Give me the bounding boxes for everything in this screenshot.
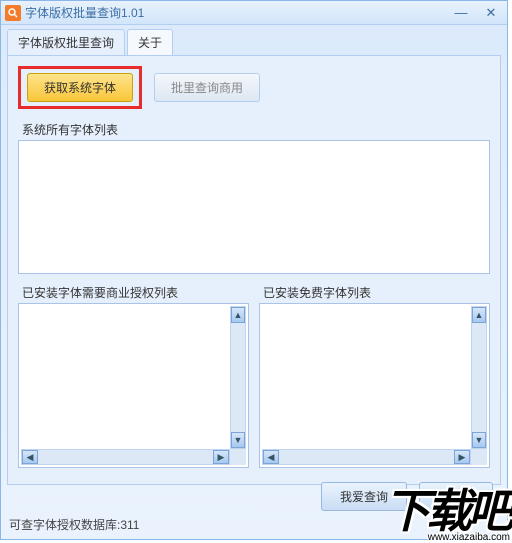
scrollbar-horizontal[interactable]: ◀ ▶ <box>262 449 471 465</box>
status-bar: 可查字体授权数据库:311 <box>9 516 139 533</box>
love-query-button[interactable]: 我爱查询 <box>321 482 407 511</box>
scroll-track[interactable] <box>472 323 486 432</box>
scroll-track[interactable] <box>279 450 454 464</box>
commercial-label: 已安装字体需要商业授权列表 <box>22 284 249 301</box>
tab-about[interactable]: 关于 <box>127 29 173 55</box>
highlight-annotation: 获取系统字体 <box>18 66 142 109</box>
scroll-left-icon[interactable]: ◀ <box>22 450 38 464</box>
free-column: 已安装免费字体列表 ▲ ▼ ◀ ▶ <box>259 284 490 468</box>
tab-bar: 字体版权批里查询 关于 <box>1 25 507 55</box>
scroll-up-icon[interactable]: ▲ <box>231 307 245 323</box>
free-label: 已安装免费字体列表 <box>263 284 490 301</box>
software-more-button[interactable]: 软件更 <box>419 482 493 511</box>
scroll-down-icon[interactable]: ▼ <box>472 432 486 448</box>
all-fonts-label: 系统所有字体列表 <box>22 121 490 138</box>
scroll-track[interactable] <box>231 323 245 432</box>
scroll-corner <box>471 449 487 465</box>
scrollbar-horizontal[interactable]: ◀ ▶ <box>21 449 230 465</box>
free-fonts-listbox[interactable]: ▲ ▼ ◀ ▶ <box>259 303 490 468</box>
scrollbar-vertical[interactable]: ▲ ▼ <box>230 306 246 449</box>
scroll-right-icon[interactable]: ▶ <box>213 450 229 464</box>
main-panel: 获取系统字体 批里查询商用 系统所有字体列表 已安装字体需要商业授权列表 ▲ ▼… <box>7 55 501 485</box>
close-button[interactable]: ✕ <box>479 4 503 22</box>
scroll-left-icon[interactable]: ◀ <box>263 450 279 464</box>
scroll-right-icon[interactable]: ▶ <box>454 450 470 464</box>
batch-query-commercial-button[interactable]: 批里查询商用 <box>154 73 260 102</box>
get-system-fonts-button[interactable]: 获取系统字体 <box>27 73 133 102</box>
minimize-button[interactable]: — <box>449 4 473 22</box>
commercial-column: 已安装字体需要商业授权列表 ▲ ▼ ◀ ▶ <box>18 284 249 468</box>
scroll-corner <box>230 449 246 465</box>
commercial-fonts-listbox[interactable]: ▲ ▼ ◀ ▶ <box>18 303 249 468</box>
scroll-up-icon[interactable]: ▲ <box>472 307 486 323</box>
tab-main[interactable]: 字体版权批里查询 <box>7 29 125 55</box>
app-icon <box>5 5 21 21</box>
bottom-button-row: 我爱查询 软件更 <box>321 482 493 511</box>
scroll-track[interactable] <box>38 450 213 464</box>
bottom-row: 已安装字体需要商业授权列表 ▲ ▼ ◀ ▶ 已安装免费字体列表 <box>18 284 490 468</box>
scrollbar-vertical[interactable]: ▲ ▼ <box>471 306 487 449</box>
toolbar-row: 获取系统字体 批里查询商用 <box>18 66 490 109</box>
titlebar: 字体版权批量查询1.01 — ✕ <box>1 1 507 25</box>
window-title: 字体版权批量查询1.01 <box>25 4 449 21</box>
window-controls: — ✕ <box>449 4 503 22</box>
app-window: 字体版权批量查询1.01 — ✕ 字体版权批里查询 关于 获取系统字体 批里查询… <box>0 0 508 540</box>
scroll-down-icon[interactable]: ▼ <box>231 432 245 448</box>
all-fonts-listbox[interactable] <box>18 140 490 274</box>
